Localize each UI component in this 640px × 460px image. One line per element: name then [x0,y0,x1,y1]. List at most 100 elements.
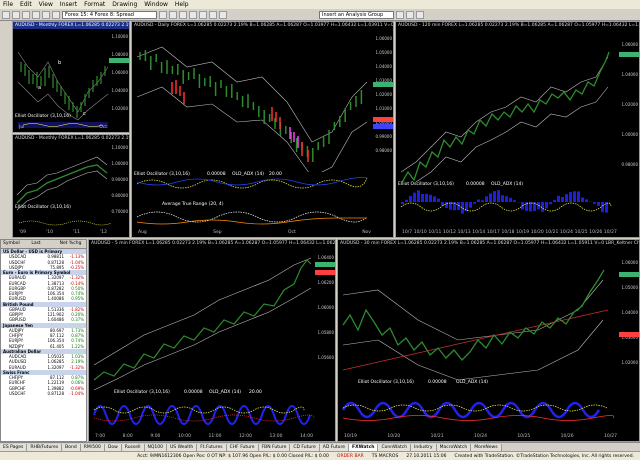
date-tick: 10/24 [473,434,487,439]
radar-watchlist[interactable]: Symbol Last Net %chg US Dollar - USD is … [0,239,87,442]
tab-us-wealth[interactable]: US Wealth [167,444,198,451]
col-netchg[interactable]: Net %chg [58,240,86,248]
date-tick: 14:00 [300,434,313,439]
last-price-tag [619,272,639,277]
menu-file[interactable]: File [3,1,13,8]
menu-drawing[interactable]: Drawing [112,1,137,8]
insert-icon[interactable] [396,10,404,19]
tab-cd-future[interactable]: CD Future [290,444,320,451]
cut-icon[interactable] [42,10,50,19]
toolbar: Forex 15: 4 Forex 8: Spread Insert an An… [0,9,640,21]
indicator-selector[interactable]: Insert an Analysis Group [319,10,394,19]
tab-dow[interactable]: Dow [104,444,122,451]
print-icon[interactable] [32,10,40,19]
menu-window[interactable]: Window [144,1,168,8]
macros-label[interactable]: TS MACROS [372,454,399,459]
chart-5min[interactable]: AUDUSD - 5 min FOREX L=1.06285 0.02273 2… [88,239,336,442]
tab-bond[interactable]: Bond [62,444,81,451]
tab-industry[interactable]: Industry [411,444,437,451]
account-status: Acct: 9/MN1612306 Open Pos: 0 OT NP: $ 1… [137,453,329,459]
date-tick: 7:00 [95,434,106,439]
last-price-tag [373,82,393,87]
wave-label-b: b [58,60,61,66]
menu-view[interactable]: View [39,1,53,8]
watchlist-header: Symbol Last Net %chg [1,240,86,249]
last-price-tag [315,262,335,267]
menu-help[interactable]: Help [175,1,189,8]
osc-value: 0.00008 [207,172,226,177]
line-icon[interactable] [209,10,217,19]
bar-icon[interactable] [179,10,187,19]
date-tick: 11:00 [208,434,222,439]
price-plot [340,269,615,428]
time-axis: Jul Oct [19,125,107,130]
refresh-icon[interactable] [416,10,424,19]
col-last[interactable]: Last [29,240,57,248]
save-icon[interactable] [22,10,30,19]
time-axis: 10/7 10/10 10/11 10/12 10/13 10/14 10/17 10/18 1… [402,230,617,237]
col-symbol[interactable]: Symbol [1,240,29,248]
chart-monthly-bottom[interactable]: AUDUSD - Monthly FOREX L=1.06285 0.02273… [12,134,130,238]
date-tick: 10/17 [486,230,500,235]
open-icon[interactable] [12,10,20,19]
tab-fxwatch[interactable]: FXWatch [349,444,379,451]
wave-label-c: c [83,111,86,117]
tab-ft-futures[interactable]: Ft.Futures [197,444,227,451]
price-plot [398,51,616,222]
date-tick: 10/13 [457,230,471,235]
tab-chf-future[interactable]: CHF Future [226,444,259,451]
tab-es-pages[interactable]: ES Pages [0,444,28,451]
date-tick: 12:00 [239,434,252,439]
date-tick: 10/25 [517,434,531,439]
tab-rm-500[interactable]: RM/500 [80,444,105,451]
cursor-icon[interactable] [189,10,197,19]
price-plot [91,257,315,430]
crosshair-icon[interactable] [199,10,207,19]
adx-label: OLD_ADX (14) [491,182,524,187]
order-bar-label[interactable]: ORDER BAR [337,454,364,459]
menu-insert[interactable]: Insert [60,1,77,8]
osc-value: 0.00008 [428,380,447,385]
tab-fbn-future[interactable]: FBN Future [258,444,291,451]
tab-rhb-futures[interactable]: RHB/Futures [27,444,63,451]
tab-ad-future[interactable]: AD Future [319,444,350,451]
watchlist-row[interactable]: USDCHF 0.87128 -1.04% [1,391,86,396]
date-tick: 10/14 [472,230,486,235]
zoom-icon[interactable] [159,10,167,19]
date-tick: 10/11 [428,230,442,235]
date-tick: 10/27 [603,230,617,235]
chart-icon[interactable] [169,10,177,19]
adx-value: 20.00 [269,172,282,177]
copyright-text: Created with TradeStation. ©TradeStation… [454,453,635,459]
chart-120min[interactable]: AUDUSD - 120 min FOREX L=1.06285 0.02273… [395,21,640,238]
wave-label-a: a [38,85,41,91]
osc-label: Elliot Oscillator (3,10,16) [398,182,454,187]
tab-morenews[interactable]: MoreNews [471,444,502,451]
menu-format[interactable]: Format [84,1,105,8]
symbol-selector[interactable]: Forex 15: 4 Forex 8: Spread [62,10,157,19]
band-price-tag [373,117,393,122]
band-price-tag [619,332,639,337]
price-axis: 1.10000 1.00000 0.90000 0.80000 0.70000 [111,145,128,214]
tab-nq100[interactable]: NQ100 [144,444,168,451]
chart-daily[interactable]: AUDUSD - Daily FOREX L=1.06285 0.02273 2… [131,21,394,238]
tab-russell[interactable]: Russell [121,444,145,451]
tab-macrowatch[interactable]: MacroWatch [436,444,472,451]
text-icon[interactable] [219,10,227,19]
date-tick: 10/21 [545,230,559,235]
band-price-tag [373,124,393,129]
new-icon[interactable] [2,10,10,19]
date-tick: 10/7 [402,230,413,235]
chart-30min[interactable]: AUDUSD - 30 min FOREX L=1.06285 0.02273 … [337,239,640,442]
clock: 27.10.2011 15:06 [406,453,447,459]
date-tick: 10/19 [344,434,357,439]
menu-edit[interactable]: Edit [20,1,32,8]
date-tick: 10/21 [430,434,444,439]
copy-icon[interactable] [52,10,60,19]
format-icon[interactable] [406,10,414,19]
chart-monthly-top[interactable]: AUDUSD - Monthly FOREX L=1.06285 0.02273… [12,21,130,133]
tab-connwatch[interactable]: ConnWatch [378,444,412,451]
date-tick: 10/12 [443,230,456,235]
price-axis: 1.06000 1.05000 1.04000 1.03000 1.02000 … [375,36,392,153]
date-tick: 9:00 [150,434,161,439]
